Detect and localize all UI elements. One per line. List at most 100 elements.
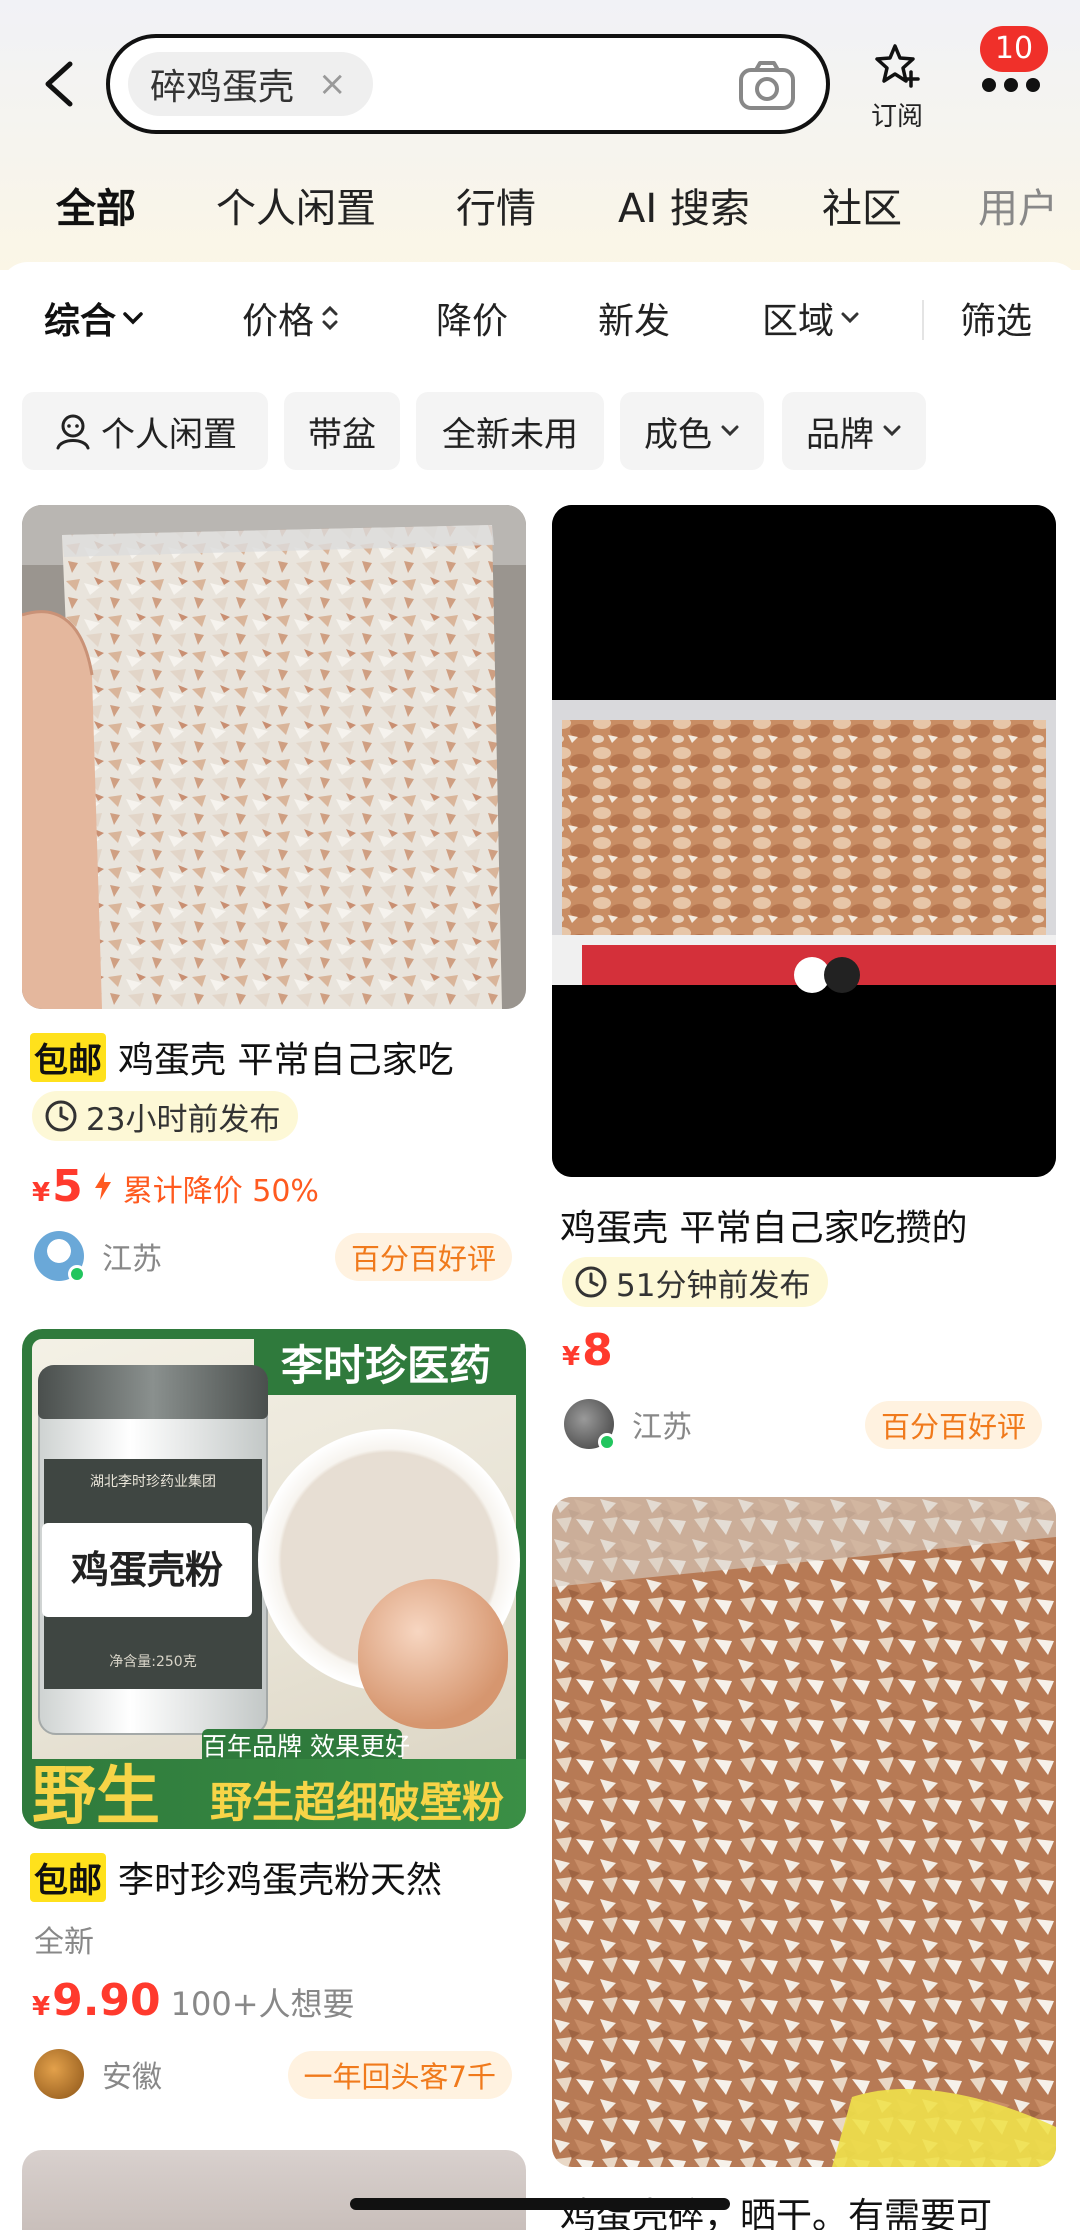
product-card[interactable]: 鸡蛋壳 平常自己家吃攒的 51分钟前发布 ¥ 8 江苏 百分百好评 xyxy=(552,505,1056,1451)
search-query: 碎鸡蛋壳 xyxy=(150,67,295,108)
sort-new[interactable]: 新发 xyxy=(598,292,670,344)
avatar[interactable] xyxy=(564,1399,616,1451)
currency-symbol: ¥ xyxy=(32,1992,51,2022)
home-indicator xyxy=(350,2198,730,2210)
tab-market[interactable]: 行情 xyxy=(456,176,536,234)
wild-text: 野生 xyxy=(32,1759,160,1829)
product-card[interactable]: 鸡蛋壳碎，晒干。有需要可 xyxy=(552,1497,1056,2230)
free-shipping-tag: 包邮 xyxy=(30,1852,106,1902)
want-count: 100+人想要 xyxy=(170,1985,355,2023)
product-card-partial[interactable] xyxy=(22,2150,526,2230)
chip-label: 品牌 xyxy=(806,414,874,455)
sort-label: 区域 xyxy=(762,301,835,342)
chevron-down-icon xyxy=(883,425,901,437)
camera-button[interactable] xyxy=(738,60,796,112)
chip-brand[interactable]: 品牌 xyxy=(782,392,926,470)
clock-icon xyxy=(45,1100,77,1132)
sort-price[interactable]: 价格 xyxy=(242,292,340,344)
title-text: 鸡蛋壳 平常自己家吃 xyxy=(118,1040,454,1081)
repeat-customer-badge: 一年回头客7千 xyxy=(287,2051,512,2099)
product-card[interactable]: 包邮 鸡蛋壳 平常自己家吃 23小时前发布 ¥ 5 累计降价 50% 江苏 百分… xyxy=(22,505,526,1285)
product-image xyxy=(552,505,1056,1177)
sort-region[interactable]: 区域 xyxy=(762,292,860,344)
sort-divider xyxy=(922,300,924,340)
online-indicator xyxy=(598,1433,616,1451)
search-box[interactable]: 碎鸡蛋壳 × xyxy=(106,34,830,134)
sort-price-drop[interactable]: 降价 xyxy=(436,292,508,344)
chevron-down-icon xyxy=(721,425,739,437)
price-row: ¥ 9.90 100+人想要 xyxy=(32,1975,355,2026)
avatar[interactable] xyxy=(34,2049,84,2099)
jar-label: 鸡蛋壳粉 xyxy=(42,1523,252,1617)
price-row: ¥ 5 累计降价 50% xyxy=(32,1161,319,1212)
jar-weight: 净含量:250克 xyxy=(109,1654,197,1670)
chip-label: 成色 xyxy=(644,414,712,455)
time-text: 23小时前发布 xyxy=(86,1101,281,1138)
clock-icon xyxy=(575,1266,607,1298)
lightning-icon xyxy=(94,1172,111,1200)
brand-banner: 李时珍医药 xyxy=(254,1337,518,1395)
publish-time: 23小时前发布 xyxy=(32,1091,299,1141)
time-text: 51分钟前发布 xyxy=(616,1267,811,1304)
chip-condition[interactable]: 成色 xyxy=(620,392,764,470)
tab-all[interactable]: 全部 xyxy=(54,176,138,234)
title-text: 鸡蛋壳 平常自己家吃攒的 xyxy=(560,1208,968,1249)
tab-personal-idle[interactable]: 个人闲置 xyxy=(216,176,376,234)
item-condition: 全新 xyxy=(34,1925,94,1960)
currency-symbol: ¥ xyxy=(562,1342,581,1372)
subscribe-button[interactable]: 订阅 xyxy=(862,40,932,133)
seller-row: 江苏 百分百好评 xyxy=(34,1227,524,1285)
image-bottom-text: 野生超细破壁粉 xyxy=(210,1778,505,1827)
price-row: ¥ 8 xyxy=(562,1325,613,1376)
more-button[interactable]: 10 xyxy=(976,26,1070,106)
chevron-down-icon xyxy=(841,312,859,324)
rating-badge: 百分百好评 xyxy=(864,1401,1042,1449)
product-image xyxy=(22,505,526,1009)
back-button[interactable] xyxy=(36,52,84,116)
seller-region: 江苏 xyxy=(102,1242,162,1277)
free-shipping-tag: 包邮 xyxy=(30,1032,106,1082)
product-title: 包邮 李时珍鸡蛋壳粉天然 xyxy=(30,1851,442,1903)
price-value: 9.90 xyxy=(52,1975,161,2026)
price-value: 5 xyxy=(52,1161,83,1212)
jar-brand: 湖北李时珍药业集团 xyxy=(90,1474,216,1490)
product-image xyxy=(552,1497,1056,2167)
notification-badge: 10 xyxy=(980,26,1048,72)
tab-users[interactable]: 用户 xyxy=(978,176,1058,234)
sort-comprehensive[interactable]: 综合 xyxy=(44,292,144,344)
seller-region: 江苏 xyxy=(632,1410,692,1445)
currency-symbol: ¥ xyxy=(32,1178,51,1208)
publish-time: 51分钟前发布 xyxy=(562,1257,829,1307)
product-title: 包邮 鸡蛋壳 平常自己家吃 xyxy=(30,1031,453,1083)
clear-query-icon[interactable]: × xyxy=(318,67,347,101)
online-indicator xyxy=(68,1265,86,1283)
sort-label: 价格 xyxy=(242,301,315,342)
product-card[interactable]: 李时珍医药 湖北李时珍药业集团 鸡蛋壳粉 净含量:250克 百年品牌 效果更好 … xyxy=(22,1329,526,2109)
more-dots-icon xyxy=(982,78,1040,92)
rating-badge: 百分百好评 xyxy=(334,1233,512,1281)
avatar[interactable] xyxy=(34,1231,86,1283)
tab-community[interactable]: 社区 xyxy=(822,176,902,234)
chip-brand-new[interactable]: 全新未用 xyxy=(416,392,604,470)
sort-label: 综合 xyxy=(44,301,117,342)
price-drop-note: 累计降价 50% xyxy=(122,1174,319,1209)
sort-bar: 综合 价格 降价 新发 区域 筛选 xyxy=(0,292,1080,352)
star-plus-icon xyxy=(875,44,920,88)
title-text: 李时珍鸡蛋壳粉天然 xyxy=(118,1860,443,1901)
jar-lid xyxy=(38,1365,268,1419)
price-value: 8 xyxy=(582,1325,613,1376)
chip-with-pot[interactable]: 带盆 xyxy=(284,392,400,470)
sort-updown-icon xyxy=(322,305,338,331)
chip-label: 个人闲置 xyxy=(101,414,237,455)
filter-button[interactable]: 筛选 xyxy=(960,292,1032,344)
search-query-chip[interactable]: 碎鸡蛋壳 × xyxy=(128,52,373,116)
category-tabs: 全部 个人闲置 行情 AI 搜索 社区 用户 xyxy=(0,176,1080,236)
chevron-down-icon xyxy=(123,312,143,325)
tab-ai-search[interactable]: AI 搜索 xyxy=(618,176,750,234)
chip-personal-idle[interactable]: 个人闲置 xyxy=(22,392,268,470)
back-arrow-icon xyxy=(45,61,73,107)
person-icon xyxy=(56,414,90,450)
product-image: 李时珍医药 湖北李时珍药业集团 鸡蛋壳粉 净含量:250克 百年品牌 效果更好 … xyxy=(22,1329,526,1829)
product-title: 鸡蛋壳 平常自己家吃攒的 xyxy=(560,1199,967,1251)
camera-icon xyxy=(739,61,795,110)
